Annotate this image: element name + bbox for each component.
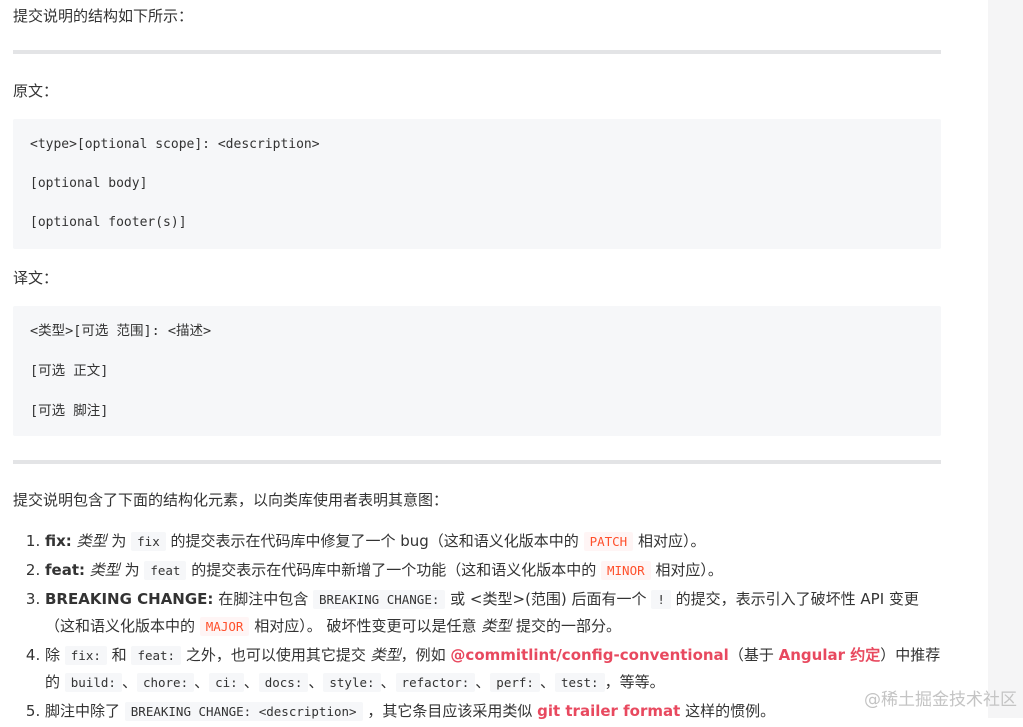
- item-text: 在脚注中包含: [213, 590, 313, 608]
- item-text: 的提交表示在代码库中修复了一个 bug（这和语义化版本中的: [165, 532, 584, 550]
- angular-convention-link[interactable]: Angular 约定: [779, 646, 881, 664]
- item-text: ，等等。: [604, 673, 665, 691]
- inline-code: BREAKING CHANGE: <description>: [124, 702, 363, 721]
- item-text: ，例如: [400, 646, 451, 664]
- inline-code-build: build:: [64, 673, 122, 692]
- translation-label: 译文：: [13, 269, 59, 287]
- inline-code-major: MAJOR: [199, 617, 250, 636]
- item-text: 除: [45, 646, 65, 664]
- separator: 、: [308, 673, 324, 691]
- type-emphasis: 类型: [370, 646, 401, 664]
- inline-code-perf: perf:: [490, 673, 540, 692]
- separator: 、: [194, 673, 210, 691]
- separator: 、: [380, 673, 396, 691]
- item-text: 为: [119, 561, 145, 579]
- original-code-block: <type>[optional scope]: <description> [o…: [13, 119, 941, 249]
- item-text: 相对应）。 破坏性变更可以是任意: [249, 617, 482, 635]
- elements-intro: 提交说明包含了下面的结构化元素，以向类库使用者表明其意图：: [13, 491, 449, 509]
- list-item-other-types: 除 fix: 和 feat: 之外，也可以使用其它提交 类型，例如 @commi…: [45, 642, 941, 696]
- item-text: （基于: [728, 646, 779, 664]
- code-line: [optional footer(s)]: [30, 215, 187, 230]
- translation-code-block: <类型>[可选 范围]: <描述> [可选 正文] [可选 脚注]: [13, 306, 941, 436]
- right-gutter: [988, 0, 1023, 718]
- inline-code: BREAKING CHANGE:: [312, 590, 446, 609]
- separator: 、: [475, 673, 491, 691]
- separator: 、: [121, 673, 137, 691]
- inline-code: feat: [144, 561, 187, 580]
- inline-code-patch: PATCH: [583, 532, 634, 551]
- item-text: 提交的一部分。: [511, 617, 622, 635]
- list-item-footer: 脚注中除了 BREAKING CHANGE: <description> ，其它…: [45, 698, 941, 725]
- inline-code: feat:: [131, 646, 182, 665]
- inline-code-style: style:: [323, 673, 381, 692]
- separator: 、: [539, 673, 555, 691]
- structure-intro: 提交说明的结构如下所示：: [13, 7, 194, 25]
- item-text: ，其它条目应该采用类似: [362, 702, 538, 720]
- list-item-feat: feat: 类型 为 feat 的提交表示在代码库中新增了一个功能（这和语义化版…: [45, 557, 941, 584]
- divider-bottom: [13, 460, 941, 464]
- item-text: 为: [106, 532, 132, 550]
- separator: 、: [243, 673, 259, 691]
- item-key: feat:: [45, 561, 85, 579]
- divider-top: [13, 50, 941, 54]
- site-watermark: @稀土掘金技术社区: [864, 690, 1017, 710]
- list-item-breaking-change: BREAKING CHANGE: 在脚注中包含 BREAKING CHANGE:…: [45, 586, 941, 640]
- item-text: 之外，也可以使用其它提交: [181, 646, 371, 664]
- code-line: [可选 正文]: [30, 363, 109, 379]
- list-item-fix: fix: 类型 为 fix 的提交表示在代码库中修复了一个 bug（这和语义化版…: [45, 528, 941, 555]
- inline-code-test: test:: [554, 673, 605, 692]
- inline-code-minor: MINOR: [601, 561, 651, 580]
- item-text: 脚注中除了: [45, 702, 125, 720]
- commitlint-link[interactable]: @commitlint/config-conventional: [450, 646, 728, 664]
- item-text: 相对应）。: [633, 532, 706, 550]
- item-text: 的提交表示在代码库中新增了一个功能（这和语义化版本中的: [186, 561, 601, 579]
- item-text: 这样的惯例。: [680, 702, 776, 720]
- type-emphasis: 类型: [481, 617, 512, 635]
- item-text: 相对应）。: [650, 561, 723, 579]
- structured-elements-list: fix: 类型 为 fix 的提交表示在代码库中修复了一个 bug（这和语义化版…: [13, 528, 941, 727]
- git-trailer-format-link[interactable]: git trailer format: [537, 702, 680, 720]
- item-key: fix:: [45, 532, 72, 550]
- inline-code: fix: [131, 532, 166, 551]
- inline-code-bang: !: [651, 590, 671, 609]
- inline-code-chore: chore:: [136, 673, 195, 692]
- inline-code-docs: docs:: [258, 673, 309, 692]
- type-emphasis: 类型: [89, 561, 120, 579]
- original-label: 原文：: [13, 82, 59, 100]
- inline-code-ci: ci:: [209, 673, 244, 692]
- code-line: [optional body]: [30, 176, 148, 191]
- code-line: <type>[optional scope]: <description>: [30, 137, 320, 152]
- inline-code: fix:: [64, 646, 107, 665]
- item-text: 和: [106, 646, 132, 664]
- item-text: 或 <类型>(范围) 后面有一个: [445, 590, 652, 608]
- code-line: [可选 脚注]: [30, 403, 109, 419]
- item-key: BREAKING CHANGE:: [45, 590, 214, 608]
- inline-code-refactor: refactor:: [395, 673, 476, 692]
- code-line: <类型>[可选 范围]: <描述>: [30, 323, 212, 339]
- type-emphasis: 类型: [76, 532, 107, 550]
